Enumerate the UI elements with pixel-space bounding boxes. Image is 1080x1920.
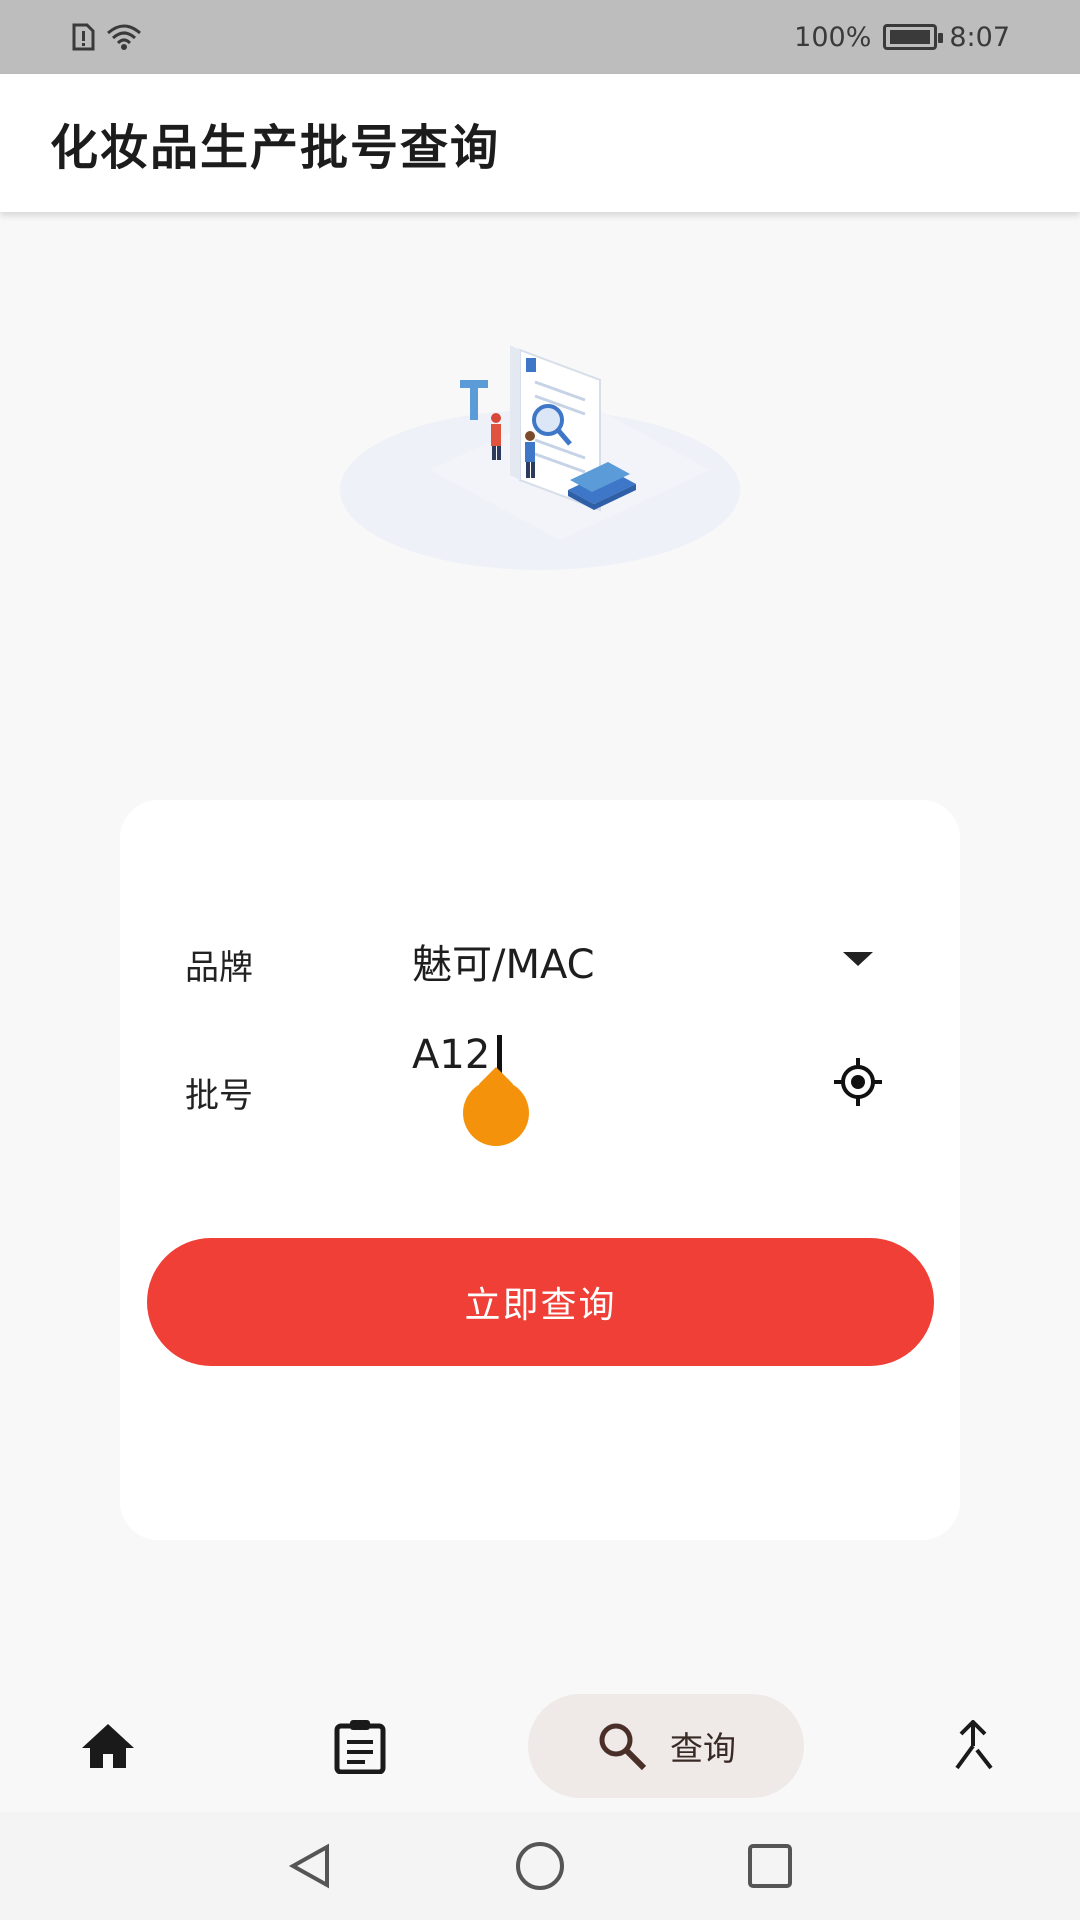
nav-query-label: 查询 <box>670 1729 736 1768</box>
nav-home[interactable] <box>60 1694 156 1798</box>
system-back-button[interactable] <box>278 1834 342 1898</box>
batch-input[interactable]: A12 <box>412 1032 490 1078</box>
brand-label: 品牌 <box>185 948 253 988</box>
back-triangle-icon <box>288 1843 329 1889</box>
status-right: 100% 8:07 <box>794 22 1010 53</box>
clock: 8:07 <box>949 21 1010 53</box>
batch-label: 批号 <box>185 1076 253 1116</box>
home-circle-icon <box>516 1842 564 1890</box>
app-bar: 化妆品生产批号查询 <box>0 74 1080 212</box>
brand-row[interactable]: 品牌 魅可/MAC <box>120 932 960 1032</box>
screen: 100% 8:07 化妆品生产批号查询 品牌 魅可/MAC 批号 A12 立即查… <box>0 0 1080 1920</box>
nav-records[interactable] <box>312 1694 408 1798</box>
cursor-handle[interactable] <box>463 1080 529 1146</box>
wifi-icon <box>107 24 141 50</box>
dropdown-arrow-icon[interactable] <box>843 952 873 966</box>
recents-square-icon <box>748 1844 792 1888</box>
merge-icon <box>955 1720 993 1770</box>
nav-merge[interactable] <box>925 1694 1021 1798</box>
system-recents-button[interactable] <box>738 1834 802 1898</box>
nav-query[interactable]: 查询 <box>528 1694 804 1798</box>
home-icon <box>82 1724 134 1768</box>
status-bar: 100% 8:07 <box>0 0 1080 74</box>
query-now-button[interactable]: 立即查询 <box>147 1238 934 1366</box>
clipboard-icon <box>334 1720 386 1774</box>
illustration <box>340 345 740 570</box>
query-form-card: 品牌 魅可/MAC 批号 A12 立即查询 <box>120 800 960 1540</box>
brand-select-value[interactable]: 魅可/MAC <box>412 932 595 990</box>
batch-row: 批号 A12 <box>120 1032 960 1172</box>
sim-alert-icon <box>72 23 95 51</box>
locate-icon[interactable] <box>832 1056 884 1108</box>
battery-percent: 100% <box>794 21 872 53</box>
system-home-button[interactable] <box>508 1834 572 1898</box>
bottom-nav: 查询 <box>0 1680 1080 1812</box>
battery-icon <box>883 24 944 50</box>
search-icon <box>599 1723 647 1771</box>
page-title: 化妆品生产批号查询 <box>50 120 501 176</box>
system-nav-bar <box>0 1812 1080 1920</box>
status-left <box>70 23 142 51</box>
